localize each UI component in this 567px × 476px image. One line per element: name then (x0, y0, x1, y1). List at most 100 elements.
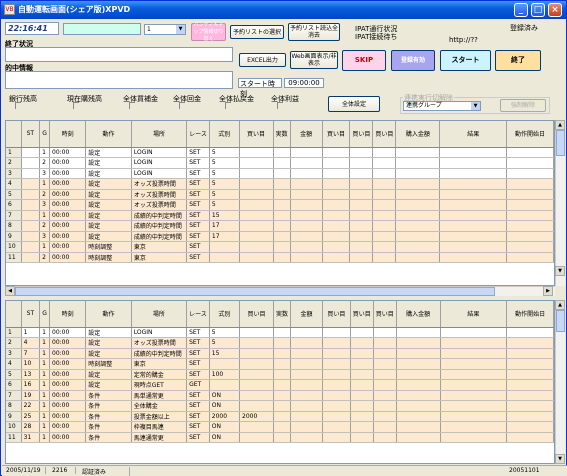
column-header[interactable]: 実数 (273, 121, 291, 148)
table-cell-buy[interactable] (239, 432, 275, 443)
table-cell[interactable] (506, 432, 554, 443)
table-cell-kind[interactable]: 2000 (209, 411, 241, 422)
table-cell[interactable] (290, 369, 323, 380)
table-cell-time[interactable]: 00:00 (49, 189, 87, 200)
table-cell[interactable] (350, 379, 374, 391)
table-cell[interactable] (322, 231, 351, 242)
table-cell-place[interactable]: LOGIN (131, 327, 188, 338)
scroll-left-icon[interactable]: ◀ (5, 286, 15, 296)
force-cancel-button[interactable]: 強制解除 (500, 99, 546, 112)
table-cell-kind[interactable]: 5 (209, 189, 240, 200)
table-row[interactable]: 6 3 00:00 設定 オッズ投票時間 SET 5 (6, 199, 554, 211)
table-cell-st[interactable] (21, 252, 41, 263)
table-cell-buy[interactable] (239, 421, 275, 433)
table-cell-g[interactable]: 1 (39, 147, 50, 158)
table-cell[interactable] (372, 178, 397, 190)
table-cell-st[interactable] (21, 189, 41, 200)
table-cell[interactable] (273, 400, 292, 412)
grid1-vscroll[interactable]: ▲ ▼ (555, 120, 565, 286)
table-cell[interactable] (506, 231, 554, 242)
table-cell[interactable] (373, 379, 397, 391)
table-cell-kind[interactable]: 15 (209, 210, 240, 221)
table-cell-buy[interactable] (239, 199, 274, 211)
table-cell-g[interactable]: 1 (39, 369, 51, 380)
table-cell[interactable] (372, 199, 397, 211)
table-cell-place[interactable]: 投票金額以上 (131, 411, 188, 422)
start-button[interactable]: スタート (440, 50, 491, 71)
table-cell-race[interactable]: SET (186, 390, 210, 401)
table-cell[interactable] (290, 400, 323, 412)
column-header[interactable]: 動作 (85, 121, 132, 148)
column-header[interactable]: 結果 (439, 121, 508, 148)
table-cell-kind[interactable]: 5 (209, 199, 240, 211)
table-cell-g[interactable]: 1 (39, 337, 51, 349)
table-cell[interactable] (349, 189, 374, 200)
table-cell-place[interactable]: LOGIN (131, 168, 188, 179)
table-cell-buy[interactable] (239, 168, 274, 179)
table-cell[interactable] (350, 411, 374, 422)
handicap-button[interactable]: ハンディキャップ情報切り替え (191, 22, 226, 42)
table-cell-buy[interactable]: 2000 (239, 411, 275, 422)
column-header[interactable]: 購入金額 (395, 121, 441, 148)
start-time-value[interactable]: 09:00:00 (284, 78, 324, 88)
table-cell[interactable] (273, 189, 291, 200)
table-cell[interactable] (349, 168, 374, 179)
table-cell-st[interactable] (21, 231, 41, 242)
current-balance-check[interactable] (73, 102, 79, 109)
table-cell[interactable] (322, 369, 351, 380)
table-cell[interactable] (439, 231, 508, 242)
table-cell[interactable] (506, 348, 554, 359)
column-header[interactable]: 買い目 (239, 121, 274, 148)
table-cell-g[interactable]: 1 (39, 400, 51, 412)
table-cell[interactable] (322, 157, 351, 169)
table-cell-buy[interactable] (239, 157, 274, 169)
column-header[interactable]: 買い目 (239, 301, 275, 328)
table-cell[interactable] (273, 210, 291, 221)
table-row[interactable]: 9 3 00:00 設定 成績的中判定時間 SET 17 (6, 231, 554, 242)
table-cell-g[interactable]: 2 (39, 220, 50, 232)
column-header[interactable]: 金額 (290, 121, 323, 148)
column-header[interactable]: G (39, 121, 50, 148)
table-cell[interactable] (349, 178, 374, 190)
scroll-down-icon[interactable]: ▼ (555, 266, 565, 276)
table-cell[interactable] (322, 337, 351, 349)
table-cell-place[interactable]: 成績的中判定時間 (131, 231, 188, 242)
column-header[interactable]: 式別 (209, 301, 241, 328)
table-cell-place[interactable]: 東京 (131, 252, 188, 263)
column-header[interactable]: 式別 (209, 121, 240, 148)
table-cell[interactable] (506, 220, 554, 232)
column-header[interactable]: 時刻 (49, 301, 87, 328)
table-cell-time[interactable]: 00:00 (49, 411, 87, 422)
table-cell-kind[interactable]: 100 (209, 369, 241, 380)
table-cell[interactable] (290, 220, 323, 232)
table-cell-race[interactable]: SET (186, 348, 210, 359)
column-header[interactable]: 買い目 (350, 301, 374, 328)
table-row[interactable]: 11 31 1 00:00 条件 馬連通常更 SET ON (6, 432, 554, 443)
web-toggle-button[interactable]: Web画面表示/非表示 (290, 51, 338, 69)
table-cell[interactable] (273, 379, 292, 391)
table-cell[interactable] (372, 231, 397, 242)
table-cell-race[interactable]: SET (186, 157, 210, 169)
all-settings-button[interactable]: 全体設定 (328, 96, 380, 112)
table-cell-time[interactable]: 00:00 (49, 210, 87, 221)
table-cell[interactable] (350, 337, 374, 349)
table-cell[interactable] (273, 157, 291, 169)
table-cell[interactable] (349, 220, 374, 232)
table-cell[interactable] (439, 220, 508, 232)
table-cell[interactable] (290, 147, 323, 158)
table-cell-race[interactable]: SET (186, 147, 210, 158)
table-cell[interactable] (273, 199, 291, 211)
table-cell[interactable] (395, 147, 441, 158)
table-cell[interactable] (372, 189, 397, 200)
table-cell[interactable] (506, 358, 554, 370)
table-cell-buy[interactable] (239, 220, 274, 232)
table-cell[interactable] (372, 147, 397, 158)
table-cell-act[interactable]: 設定 (85, 199, 132, 211)
table-cell-g[interactable]: 1 (39, 210, 50, 221)
table-cell-kind[interactable]: 5 (209, 178, 240, 190)
table-cell-time[interactable]: 00:00 (49, 178, 87, 190)
table-cell[interactable] (373, 348, 397, 359)
table-row[interactable]: 1 1 00:00 設定 LOGIN SET 5 (6, 147, 554, 158)
table-cell[interactable] (396, 337, 441, 349)
table-cell-place[interactable]: 全体購金 (131, 400, 188, 412)
